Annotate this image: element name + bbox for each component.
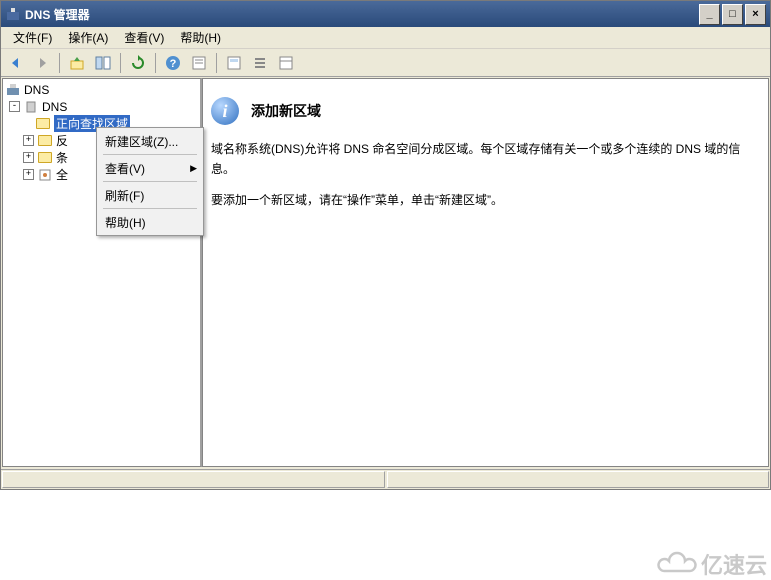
title-bar: DNS 管理器 _ □ × (1, 1, 770, 27)
ctx-help[interactable]: 帮助(H) (99, 211, 201, 233)
tree-item-label: 反 (56, 132, 68, 149)
list-button[interactable] (249, 52, 271, 74)
toolbar: ? (1, 49, 770, 77)
tree-server-label: DNS (42, 100, 67, 114)
back-button[interactable] (5, 52, 27, 74)
detail-paragraph-2: 要添加一个新区域，请在“操作”菜单，单击“新建区域”。 (211, 190, 762, 210)
window-controls: _ □ × (697, 4, 766, 25)
detail-paragraph-1: 域名称系统(DNS)允许将 DNS 命名空间分成区域。每个区域存储有关一个或多个… (211, 139, 762, 180)
ctx-label: 新建区域(Z)... (105, 133, 178, 150)
tree-item-label: 条 (56, 149, 68, 166)
detail-header: i 添加新区域 (211, 97, 762, 125)
menu-bar: 文件(F) 操作(A) 查看(V) 帮助(H) (1, 27, 770, 49)
context-menu: 新建区域(Z)... 查看(V) ▶ 刷新(F) 帮助(H) (96, 127, 204, 236)
toolbar-separator (216, 53, 217, 73)
menu-help[interactable]: 帮助(H) (172, 27, 229, 48)
ctx-label: 帮助(H) (105, 214, 146, 231)
tree-root[interactable]: DNS (5, 81, 198, 98)
filter-button[interactable] (223, 52, 245, 74)
menu-view[interactable]: 查看(V) (116, 27, 172, 48)
minimize-button[interactable]: _ (699, 4, 720, 25)
window-title: DNS 管理器 (25, 6, 697, 23)
svg-text:?: ? (170, 58, 177, 70)
watermark: 亿速云 (655, 548, 767, 580)
menu-file[interactable]: 文件(F) (5, 27, 60, 48)
ctx-separator (103, 208, 197, 209)
ctx-label: 查看(V) (105, 160, 145, 177)
forward-button[interactable] (31, 52, 53, 74)
show-hide-tree-button[interactable] (92, 52, 114, 74)
ctx-refresh[interactable]: 刷新(F) (99, 184, 201, 206)
help-button[interactable]: ? (162, 52, 184, 74)
expand-icon[interactable]: + (23, 135, 34, 146)
close-button[interactable]: × (745, 4, 766, 25)
app-icon (5, 6, 21, 22)
dns-root-icon (5, 83, 21, 97)
collapse-icon[interactable]: - (9, 101, 20, 112)
tree-item-label: 全 (56, 166, 68, 183)
server-icon (23, 100, 39, 114)
menu-action[interactable]: 操作(A) (60, 27, 116, 48)
detail-body: 域名称系统(DNS)允许将 DNS 命名空间分成区域。每个区域存储有关一个或多个… (211, 139, 762, 210)
status-cell-right (387, 471, 770, 488)
log-icon (37, 168, 53, 182)
cloud-icon (655, 551, 697, 577)
status-bar (1, 469, 770, 489)
folder-icon (35, 117, 51, 131)
app-window: DNS 管理器 _ □ × 文件(F) 操作(A) 查看(V) 帮助(H) ? (0, 0, 771, 490)
ctx-view[interactable]: 查看(V) ▶ (99, 157, 201, 179)
folder-icon (37, 134, 53, 148)
detail-title: 添加新区域 (251, 101, 321, 121)
status-cell-left (2, 471, 385, 488)
tree-root-label: DNS (24, 83, 49, 97)
folder-icon (37, 151, 53, 165)
ctx-label: 刷新(F) (105, 187, 144, 204)
properties-button[interactable] (188, 52, 210, 74)
detail-button[interactable] (275, 52, 297, 74)
detail-panel: i 添加新区域 域名称系统(DNS)允许将 DNS 命名空间分成区域。每个区域存… (202, 78, 769, 467)
toolbar-separator (120, 53, 121, 73)
tree-server[interactable]: - DNS (5, 98, 198, 115)
toolbar-separator (59, 53, 60, 73)
ctx-separator (103, 181, 197, 182)
submenu-arrow-icon: ▶ (190, 163, 197, 174)
ctx-new-zone[interactable]: 新建区域(Z)... (99, 130, 201, 152)
toolbar-separator (155, 53, 156, 73)
expand-icon[interactable]: + (23, 169, 34, 180)
watermark-text: 亿速云 (701, 548, 767, 580)
info-icon: i (211, 97, 239, 125)
expand-icon[interactable]: + (23, 152, 34, 163)
ctx-separator (103, 154, 197, 155)
up-button[interactable] (66, 52, 88, 74)
maximize-button[interactable]: □ (722, 4, 743, 25)
refresh-button[interactable] (127, 52, 149, 74)
